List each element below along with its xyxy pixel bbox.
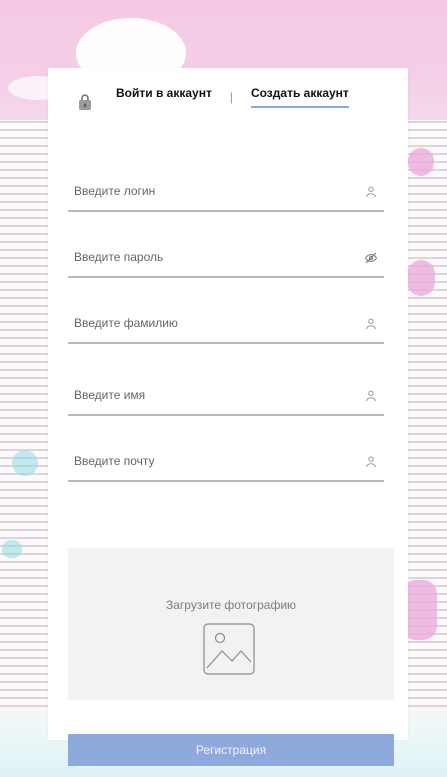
background-accent — [408, 148, 434, 176]
surname-field[interactable]: Введите фамилию — [68, 308, 384, 344]
image-icon — [203, 623, 255, 675]
register-button[interactable]: Регистрация — [68, 734, 394, 766]
eye-off-icon[interactable] — [364, 251, 378, 265]
first-name-field[interactable]: Введите имя — [68, 380, 384, 416]
photo-upload-title: Загрузите фотографию — [165, 598, 297, 612]
tab-register[interactable]: Создать аккаунт — [250, 86, 349, 108]
surname-placeholder: Введите фамилию — [74, 316, 178, 330]
lock-icon — [79, 94, 91, 110]
first-name-placeholder: Введите имя — [74, 388, 146, 402]
registration-card: Войти в аккаунт | Создать аккаунт Введит… — [48, 68, 408, 766]
tab-separator: | — [229, 90, 233, 104]
tab-login[interactable]: Войти в аккаунт — [116, 86, 212, 108]
background-accent — [2, 540, 22, 558]
user-icon — [366, 390, 376, 402]
background-accent — [12, 450, 38, 476]
auth-tabs-row: Войти в аккаунт | Создать аккаунт — [116, 86, 349, 108]
login-field[interactable]: Введите логин — [68, 176, 384, 212]
auth-tabs: Войти в аккаунт | Создать аккаунт — [48, 68, 372, 120]
password-placeholder: Введите пароль — [74, 250, 164, 264]
user-icon — [366, 456, 376, 468]
password-field[interactable]: Введите пароль — [68, 242, 384, 278]
photo-upload-area[interactable]: Загрузите фотографию — [68, 548, 394, 700]
login-placeholder: Введите логин — [74, 184, 156, 198]
user-icon — [366, 318, 376, 330]
email-field[interactable]: Введите почту — [68, 446, 384, 482]
user-icon — [366, 186, 376, 198]
background-accent — [407, 260, 435, 296]
email-placeholder: Введите почту — [74, 454, 155, 468]
